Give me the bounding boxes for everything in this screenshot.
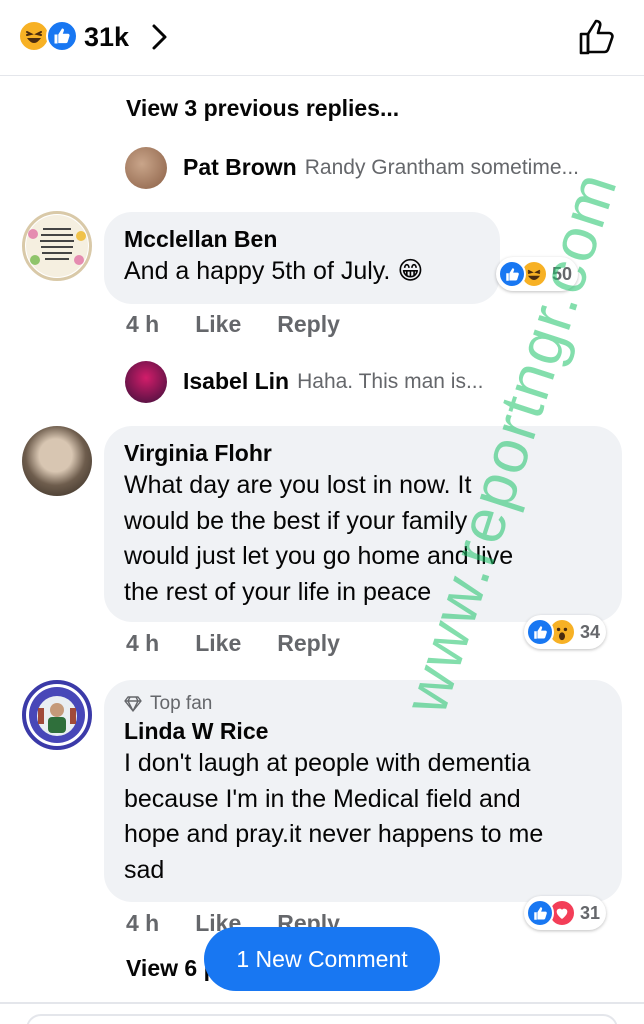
avatar-virginia-flohr[interactable] xyxy=(22,426,92,496)
comment-text-line: would be the best if your family xyxy=(124,506,468,535)
comment-bubble[interactable]: Virginia Flohr What day are you lost in … xyxy=(104,426,622,622)
comment-text-line: would just let you go home and live xyxy=(124,542,514,570)
avatar-linda-w-rice[interactable] xyxy=(22,680,92,750)
comment-time: 4 h xyxy=(126,630,160,656)
comment-text: And a happy 5th of July. 😁 xyxy=(124,257,424,285)
reply-text: Haha. This man is... xyxy=(297,369,484,393)
divider xyxy=(0,1002,644,1004)
comment-time: 4 h xyxy=(126,311,160,337)
comment-text-line: the rest of your life in peace xyxy=(124,577,432,606)
like-button[interactable]: Like xyxy=(195,311,241,338)
reply-preview[interactable]: Isabel Lin Haha. This man is... xyxy=(183,368,483,395)
top-fan-label: Top fan xyxy=(150,693,213,714)
comment-text-line: hope and pray.it never happens to me xyxy=(124,820,544,848)
reply-author[interactable]: Isabel Lin xyxy=(183,368,289,395)
diamond-icon xyxy=(124,696,142,712)
avatar-isabel-lin[interactable] xyxy=(125,361,167,403)
avatar-pat-brown[interactable] xyxy=(125,147,167,189)
like-button[interactable]: Like xyxy=(195,630,241,657)
like-reaction-icon xyxy=(498,260,526,288)
comment-text-line: I don't laugh at people with dementia xyxy=(124,749,531,777)
comment-time: 4 h xyxy=(126,910,160,936)
avatar-mcclellan-ben[interactable] xyxy=(22,211,92,281)
comment-bubble[interactable]: Mcclellan Ben And a happy 5th of July. 😁 xyxy=(104,212,500,304)
like-reaction-icon xyxy=(526,618,554,646)
reaction-icons[interactable] xyxy=(18,20,78,54)
chevron-right-icon[interactable] xyxy=(150,23,170,56)
comment-actions: 4 h Like Reply xyxy=(126,630,376,657)
comment-text-line: because I'm in the Medical field and xyxy=(124,784,521,813)
reply-preview[interactable]: Pat Brown Randy Grantham sometime... xyxy=(183,154,579,181)
new-comment-button[interactable]: 1 New Comment xyxy=(204,927,440,991)
comment-bubble[interactable]: Top fan Linda W Rice I don't laugh at pe… xyxy=(104,680,622,902)
reply-author[interactable]: Pat Brown xyxy=(183,154,297,181)
like-reaction-icon xyxy=(526,899,554,927)
view-previous-replies-link[interactable]: View 3 previous replies... xyxy=(126,95,399,122)
comment-author[interactable]: Linda W Rice xyxy=(124,716,602,746)
reply-text: Randy Grantham sometime... xyxy=(304,155,580,179)
top-fan-badge: Top fan xyxy=(124,692,602,716)
comment-text-line: sad xyxy=(124,855,165,884)
reaction-count: 34 xyxy=(580,621,601,642)
like-thumb-icon[interactable] xyxy=(578,18,616,61)
like-reaction-icon xyxy=(46,20,78,52)
reaction-count[interactable]: 31k xyxy=(84,20,129,54)
comment-author[interactable]: Mcclellan Ben xyxy=(124,224,480,254)
reply-button[interactable]: Reply xyxy=(277,311,340,338)
comment-actions: 4 h Like Reply xyxy=(126,311,376,338)
comment-composer[interactable] xyxy=(26,1014,618,1024)
reactions-header: 31k xyxy=(0,0,644,76)
reply-button[interactable]: Reply xyxy=(277,630,340,657)
reaction-count: 31 xyxy=(580,902,601,923)
comment-reactions[interactable]: 31 xyxy=(524,896,607,930)
comment-reactions[interactable]: 34 xyxy=(524,615,607,649)
